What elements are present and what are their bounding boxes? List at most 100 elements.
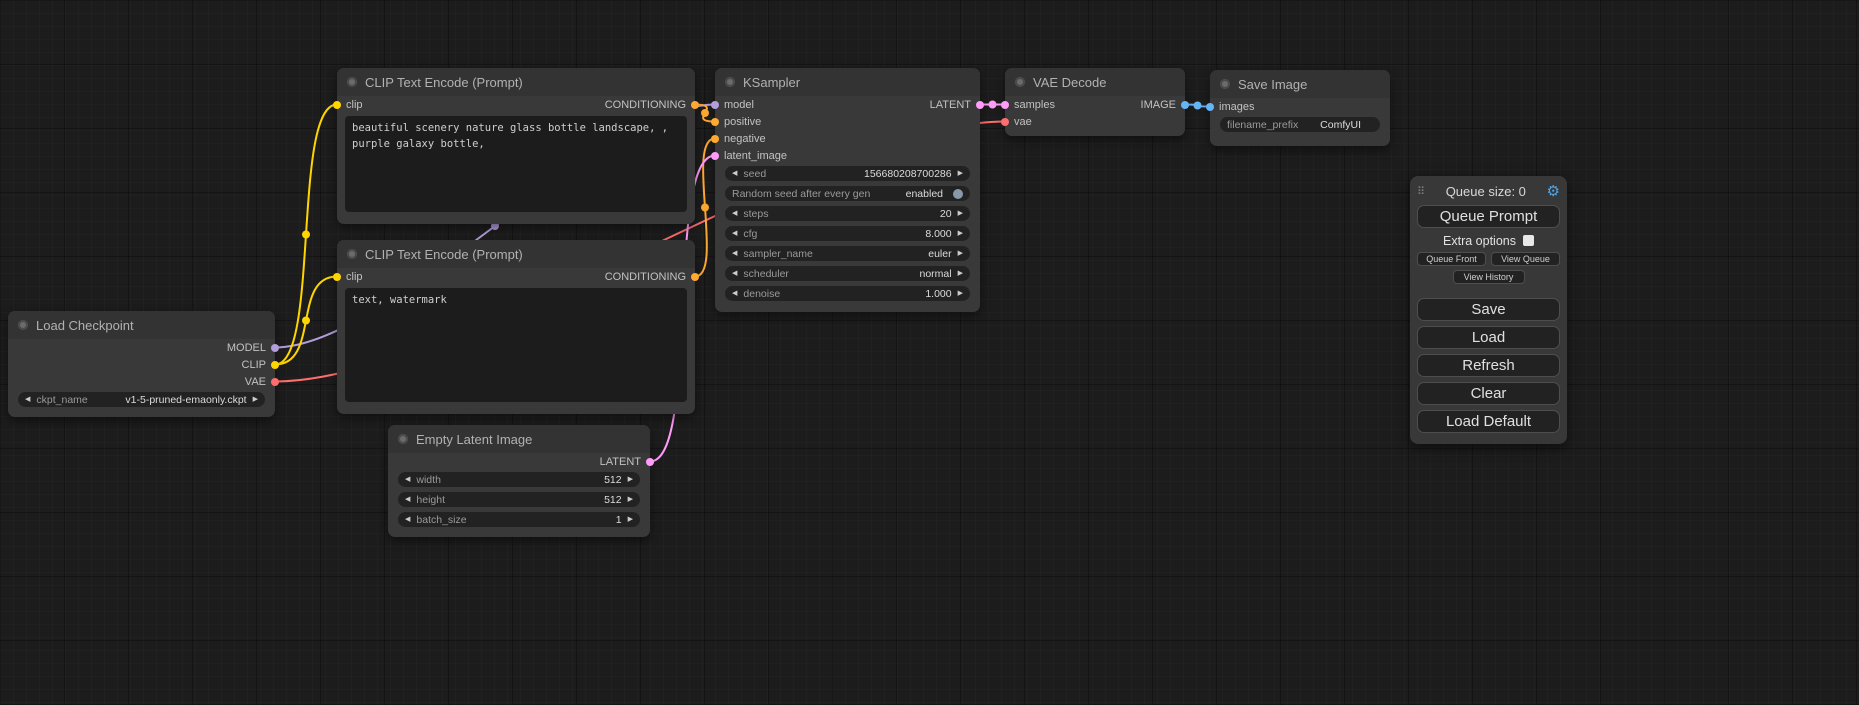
link-midpoint-latent[interactable] [989, 101, 997, 109]
save-button[interactable]: Save [1417, 298, 1560, 321]
collapse-dot-icon[interactable] [1220, 79, 1230, 89]
node-empty-latent-image[interactable]: Empty Latent Image LATENT ◀ width 512 ▶ … [388, 425, 650, 537]
input-slot-positive[interactable]: positive [711, 116, 761, 128]
link-midpoint-clip-positive[interactable] [302, 231, 310, 239]
decrement-arrow-icon[interactable]: ◀ [405, 496, 410, 503]
comfy-menu-panel[interactable]: ⠿ Queue size: 0 ⚙ Queue Prompt Extra opt… [1410, 176, 1567, 444]
slot-dot-vae[interactable] [271, 378, 279, 386]
input-slot-negative[interactable]: negative [711, 133, 766, 145]
increment-arrow-icon[interactable]: ▶ [958, 250, 963, 257]
widget-sampler-name[interactable]: ◀ sampler_name euler ▶ [725, 246, 970, 261]
decrement-arrow-icon[interactable]: ◀ [405, 476, 410, 483]
widget-width[interactable]: ◀ width 512 ▶ [398, 472, 640, 487]
slot-dot-conditioning[interactable] [711, 135, 719, 143]
slot-dot-model[interactable] [271, 344, 279, 352]
output-slot-clip[interactable]: CLIP [242, 359, 279, 371]
load-button[interactable]: Load [1417, 326, 1560, 349]
slot-dot-clip[interactable] [333, 273, 341, 281]
slot-dot-conditioning[interactable] [691, 101, 699, 109]
widget-ckpt-name[interactable]: ◀ ckpt_name v1-5-pruned-emaonly.ckpt ▶ [18, 392, 265, 407]
increment-arrow-icon[interactable]: ▶ [628, 476, 633, 483]
output-slot-latent[interactable]: LATENT [930, 99, 984, 111]
collapse-dot-icon[interactable] [347, 249, 357, 259]
slot-dot-latent[interactable] [1001, 101, 1009, 109]
input-slot-latent-image[interactable]: latent_image [711, 150, 787, 162]
queue-front-button[interactable]: Queue Front [1417, 252, 1486, 266]
drag-handle-icon[interactable]: ⠿ [1417, 185, 1425, 198]
widget-cfg[interactable]: ◀ cfg 8.000 ▶ [725, 226, 970, 241]
link-midpoint-positive[interactable] [701, 109, 709, 117]
slot-dot-vae[interactable] [1001, 118, 1009, 126]
refresh-button[interactable]: Refresh [1417, 354, 1560, 377]
increment-arrow-icon[interactable]: ▶ [628, 516, 633, 523]
positive-prompt-textarea[interactable]: beautiful scenery nature glass bottle la… [345, 116, 687, 212]
slot-dot-latent[interactable] [711, 152, 719, 160]
decrement-arrow-icon[interactable]: ◀ [25, 396, 30, 403]
decrement-arrow-icon[interactable]: ◀ [732, 270, 737, 277]
increment-arrow-icon[interactable]: ▶ [253, 396, 258, 403]
view-history-button[interactable]: View History [1453, 270, 1525, 284]
slot-dot-latent[interactable] [646, 458, 654, 466]
widget-height[interactable]: ◀ height 512 ▶ [398, 492, 640, 507]
node-vae-decode[interactable]: VAE Decode samples IMAGE vae [1005, 68, 1185, 136]
link-midpoint-image[interactable] [1194, 102, 1202, 110]
decrement-arrow-icon[interactable]: ◀ [732, 230, 737, 237]
link-midpoint-negative[interactable] [701, 204, 709, 212]
node-title-bar[interactable]: CLIP Text Encode (Prompt) [337, 68, 695, 96]
widget-denoise[interactable]: ◀ denoise 1.000 ▶ [725, 286, 970, 301]
decrement-arrow-icon[interactable]: ◀ [732, 170, 737, 177]
decrement-arrow-icon[interactable]: ◀ [405, 516, 410, 523]
slot-dot-latent[interactable] [976, 101, 984, 109]
node-title-bar[interactable]: Load Checkpoint [8, 311, 275, 339]
decrement-arrow-icon[interactable]: ◀ [732, 210, 737, 217]
collapse-dot-icon[interactable] [1015, 77, 1025, 87]
widget-scheduler[interactable]: ◀ scheduler normal ▶ [725, 266, 970, 281]
slot-dot-model[interactable] [711, 101, 719, 109]
node-title-bar[interactable]: CLIP Text Encode (Prompt) [337, 240, 695, 268]
increment-arrow-icon[interactable]: ▶ [958, 290, 963, 297]
node-ksampler[interactable]: KSampler model LATENT positive negative [715, 68, 980, 312]
collapse-dot-icon[interactable] [18, 320, 28, 330]
node-title-bar[interactable]: Empty Latent Image [388, 425, 650, 453]
slot-dot-image[interactable] [1206, 103, 1214, 111]
view-queue-button[interactable]: View Queue [1491, 252, 1560, 266]
output-slot-image[interactable]: IMAGE [1141, 99, 1189, 111]
widget-seed[interactable]: ◀ seed 156680208700286 ▶ [725, 166, 970, 181]
collapse-dot-icon[interactable] [398, 434, 408, 444]
node-clip-text-encode-positive[interactable]: CLIP Text Encode (Prompt) clip CONDITION… [337, 68, 695, 224]
toggle-dot-icon[interactable] [953, 189, 963, 199]
input-slot-images[interactable]: images [1206, 101, 1254, 113]
input-slot-samples[interactable]: samples [1001, 99, 1055, 111]
node-title-bar[interactable]: KSampler [715, 68, 980, 96]
queue-prompt-button[interactable]: Queue Prompt [1417, 205, 1560, 228]
input-slot-clip[interactable]: clip [333, 271, 363, 283]
node-clip-text-encode-negative[interactable]: CLIP Text Encode (Prompt) clip CONDITION… [337, 240, 695, 414]
input-slot-vae[interactable]: vae [1001, 116, 1032, 128]
slot-dot-clip[interactable] [333, 101, 341, 109]
increment-arrow-icon[interactable]: ▶ [958, 230, 963, 237]
extra-options-checkbox[interactable] [1523, 235, 1534, 246]
clear-button[interactable]: Clear [1417, 382, 1560, 405]
collapse-dot-icon[interactable] [347, 77, 357, 87]
load-default-button[interactable]: Load Default [1417, 410, 1560, 433]
output-slot-conditioning[interactable]: CONDITIONING [605, 271, 699, 283]
input-slot-clip[interactable]: clip [333, 99, 363, 111]
node-title-bar[interactable]: Save Image [1210, 70, 1390, 98]
node-save-image[interactable]: Save Image images filename_prefix ComfyU… [1210, 70, 1390, 146]
increment-arrow-icon[interactable]: ▶ [958, 270, 963, 277]
widget-filename-prefix[interactable]: filename_prefix ComfyUI [1220, 117, 1380, 132]
decrement-arrow-icon[interactable]: ◀ [732, 250, 737, 257]
decrement-arrow-icon[interactable]: ◀ [732, 290, 737, 297]
settings-gear-icon[interactable]: ⚙ [1547, 184, 1560, 199]
widget-batch-size[interactable]: ◀ batch_size 1 ▶ [398, 512, 640, 527]
output-slot-conditioning[interactable]: CONDITIONING [605, 99, 699, 111]
widget-random-seed-toggle[interactable]: Random seed after every gen enabled [725, 186, 970, 201]
output-slot-model[interactable]: MODEL [227, 342, 279, 354]
slot-dot-conditioning[interactable] [691, 273, 699, 281]
slot-dot-conditioning[interactable] [711, 118, 719, 126]
output-slot-vae[interactable]: VAE [245, 376, 279, 388]
increment-arrow-icon[interactable]: ▶ [628, 496, 633, 503]
slot-dot-image[interactable] [1181, 101, 1189, 109]
slot-dot-clip[interactable] [271, 361, 279, 369]
increment-arrow-icon[interactable]: ▶ [958, 170, 963, 177]
